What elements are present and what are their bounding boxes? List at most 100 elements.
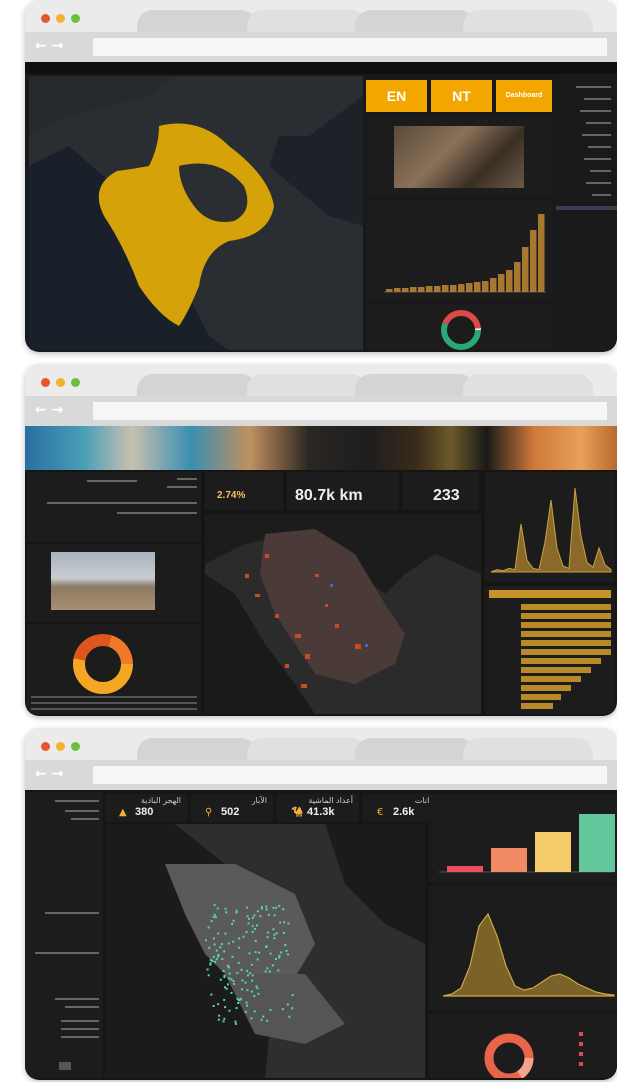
minimize-dot[interactable] [56, 14, 65, 23]
map-point [205, 939, 207, 942]
minimize-dot[interactable] [56, 742, 65, 751]
forward-arrow-icon[interactable]: → [52, 766, 64, 782]
map-panel [29, 76, 363, 350]
tab-3[interactable] [355, 374, 475, 398]
map-point [244, 1010, 247, 1013]
kpi-card: الهجر البادية ▲ 380 [105, 794, 187, 822]
forward-arrow-icon[interactable]: → [52, 38, 64, 54]
sidebar-lines [556, 86, 617, 210]
close-dot[interactable] [41, 14, 50, 23]
close-dot[interactable] [41, 378, 50, 387]
kpi-percent-value: 2.74% [217, 490, 246, 501]
map-point [245, 1001, 248, 1004]
map-point [215, 958, 218, 961]
minimize-dot[interactable] [56, 378, 65, 387]
bar-chart-1 [384, 214, 546, 293]
kpi-label: أعداد الماشية [308, 796, 353, 805]
chart-bar [474, 282, 481, 292]
map-point [235, 1007, 238, 1009]
tab-2[interactable] [247, 374, 367, 398]
tab-2[interactable] [247, 10, 367, 34]
map-point [235, 909, 238, 912]
close-dot[interactable] [41, 742, 50, 751]
map-point [280, 951, 283, 954]
maximize-dot[interactable] [71, 742, 80, 751]
hbar-header [489, 590, 611, 598]
chart-bar [506, 270, 513, 292]
points-map [205, 514, 481, 714]
green-points-map [105, 824, 425, 1078]
dashboard-button[interactable]: Dashboard [496, 80, 552, 112]
tab-active[interactable] [137, 10, 257, 34]
hbar-bar [521, 613, 611, 619]
map-panel-3 [105, 824, 425, 1078]
map-point [256, 987, 259, 990]
donut-panel [366, 304, 552, 350]
map-point [224, 932, 227, 935]
map-point [236, 972, 239, 975]
address-bar[interactable] [93, 402, 607, 420]
map-point [278, 954, 281, 957]
map-point [266, 936, 269, 939]
map-point [214, 960, 216, 963]
browser-window-2: ← → 2.74% 80.7k km 233 [25, 364, 617, 716]
hbar-bar [521, 658, 601, 664]
color-bar [535, 832, 571, 872]
nav-bar: ← → [25, 396, 617, 426]
map-point [222, 1020, 225, 1023]
tab-4[interactable] [463, 738, 593, 762]
map-point [265, 905, 268, 908]
browser-window-1: ← → EN NT Dashboard [25, 0, 617, 352]
maximize-dot[interactable] [71, 14, 80, 23]
sidebar-panel [556, 76, 617, 350]
top-bar [25, 62, 617, 74]
back-arrow-icon[interactable]: ← [35, 766, 47, 782]
map-point [266, 967, 269, 970]
tab-2[interactable] [247, 738, 367, 762]
map-point [257, 992, 260, 995]
info-lines [47, 478, 197, 514]
hbar-bar [521, 667, 591, 673]
map-point [281, 1008, 284, 1011]
map-point [245, 931, 248, 933]
map-point [275, 932, 278, 935]
nt-button[interactable]: NT [431, 80, 492, 112]
address-bar[interactable] [93, 38, 607, 56]
map-point [254, 951, 257, 953]
chart-bar [410, 287, 417, 292]
map-point [273, 933, 276, 936]
map-point [287, 953, 289, 956]
maximize-dot[interactable] [71, 378, 80, 387]
tab-4[interactable] [463, 374, 593, 398]
kpi-percent: 2.74% [205, 472, 283, 510]
tab-3[interactable] [355, 738, 475, 762]
back-arrow-icon[interactable]: ← [35, 402, 47, 418]
map-point [268, 970, 271, 973]
kpi-value: 2.6k [393, 806, 415, 818]
map-point [271, 964, 274, 967]
map-point [215, 916, 217, 919]
kpi-label: الهجر البادية [140, 796, 181, 805]
map-point [232, 980, 235, 982]
map-point [218, 1014, 221, 1017]
tab-4[interactable] [463, 10, 593, 34]
tab-active[interactable] [137, 374, 257, 398]
map-point [208, 946, 211, 949]
map-point [215, 949, 218, 952]
en-button[interactable]: EN [366, 80, 427, 112]
map-point [228, 1009, 231, 1012]
hbar-bar [521, 703, 553, 709]
map-point [273, 937, 276, 940]
hbar-bar [521, 676, 581, 682]
tab-active[interactable] [137, 738, 257, 762]
map-point [291, 994, 294, 997]
map-point [254, 928, 257, 930]
forward-arrow-icon[interactable]: → [52, 402, 64, 418]
address-bar[interactable] [93, 766, 607, 784]
map-point [285, 949, 288, 952]
map-point [237, 961, 240, 964]
tab-3[interactable] [355, 10, 475, 34]
map-point [227, 942, 230, 945]
back-arrow-icon[interactable]: ← [35, 38, 47, 54]
density-series [442, 912, 615, 997]
